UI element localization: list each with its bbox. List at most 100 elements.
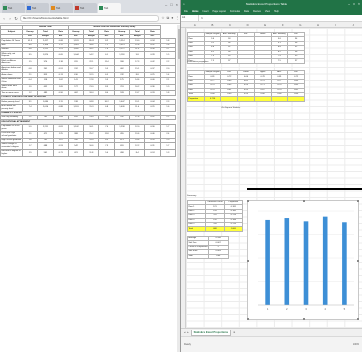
highlighted-cell[interactable]: 0.716 <box>203 96 222 102</box>
table-cell: 1.9 <box>159 83 177 92</box>
chart-bar[interactable] <box>303 221 309 305</box>
resize-handle[interactable] <box>357 200 359 202</box>
table-cell: 22.1 <box>83 58 100 67</box>
ribbon-tab[interactable]: View <box>265 10 270 13</box>
highlighted-cell[interactable] <box>237 96 255 102</box>
highlighted-cell[interactable] <box>253 96 272 102</box>
table-cell: 11.4 <box>129 103 146 112</box>
ribbon-tab[interactable]: Insert <box>203 10 209 13</box>
table-row: Bachelor's degree or higher 1.5 561 0.71 421… <box>0 148 177 157</box>
sheet-table-2: Sample Region Est. Lower Upper Ann. Est. Row 0.… <box>187 69 305 102</box>
table-cell: 0.29 <box>144 103 161 112</box>
resize-handle[interactable] <box>357 260 359 262</box>
chart-bar[interactable] <box>284 218 290 305</box>
browser-window-controls: – □ × <box>165 2 178 7</box>
table-cell: 811 <box>67 58 85 67</box>
reload-icon[interactable]: ↻ <box>14 16 18 21</box>
browser-tab[interactable]: Tab <box>50 3 73 13</box>
sheet-tab[interactable]: Statistics Excel Proportions <box>190 329 232 336</box>
table-cell: 17.3 <box>129 58 146 67</box>
formula-input[interactable] <box>205 15 362 21</box>
table-cell: 2,016 <box>37 103 54 112</box>
browser-tab[interactable]: Tab <box>2 3 25 13</box>
profile-icon[interactable]: ● <box>171 16 173 20</box>
chart-bar[interactable] <box>265 219 270 305</box>
highlighted-cell[interactable] <box>270 96 289 102</box>
ribbon-tab[interactable]: Formulas <box>230 10 240 13</box>
table-cell[interactable] <box>253 58 272 64</box>
maximize-icon[interactable]: □ <box>170 2 172 7</box>
browser-tab[interactable]: Tab <box>98 3 121 13</box>
table-cell: 7.3 <box>98 142 115 150</box>
resize-handle[interactable] <box>247 200 249 202</box>
table-cell[interactable] <box>237 58 255 64</box>
ribbon-tab[interactable]: Review <box>253 10 261 13</box>
table-cell: 0.46 <box>144 130 161 139</box>
chart-bar[interactable] <box>342 222 347 305</box>
table-cell: 1.3 <box>159 148 177 157</box>
close-icon[interactable]: × <box>358 2 360 6</box>
add-sheet-icon[interactable]: ⊕ <box>233 331 235 334</box>
table-cell: 0.42 <box>144 58 161 67</box>
table-row: Some other race alone 1.9 652 1.09 577 21.0 8.… <box>0 83 177 92</box>
ribbon-tab[interactable]: Page Layout <box>213 10 226 13</box>
table-cell: 0.91 <box>52 65 69 74</box>
highlighted-cell[interactable] <box>287 96 305 102</box>
ribbon-tab[interactable]: Help <box>274 10 279 13</box>
star-icon[interactable]: ☆ <box>161 16 164 20</box>
menu-icon[interactable]: ⋮ <box>175 16 179 20</box>
bar-chart[interactable]: 1 2 3 4 5 <box>247 200 359 320</box>
resize-handle[interactable] <box>247 318 249 320</box>
spreadsheet-window: ⌂ Statistics Excel Proportions Table – □… <box>181 0 362 352</box>
table-cell[interactable]: Sum <box>187 253 209 260</box>
minimize-icon[interactable]: – <box>165 2 167 7</box>
table-cell: 0.4 <box>21 76 39 85</box>
browser-tab[interactable]: Tab <box>26 3 49 13</box>
forward-icon[interactable]: › <box>8 16 12 21</box>
highlighted-cell[interactable]: 668 <box>205 226 225 232</box>
back-icon[interactable]: ‹ <box>2 16 6 21</box>
extensions-icon[interactable]: ⧉ <box>167 16 170 20</box>
chart-bar[interactable] <box>322 216 328 305</box>
table-cell: 561 <box>37 148 54 157</box>
table-cell: 1.7 <box>159 123 177 132</box>
maximize-icon[interactable]: □ <box>353 2 355 6</box>
table-cell[interactable]: 7.5 <box>270 58 289 64</box>
highlighted-cell[interactable]: 1.000 <box>223 226 244 232</box>
browser-toolbar-icons: ☆ ⧉ ● ⋮ <box>161 16 179 20</box>
table-cell: 2.2 <box>159 114 177 121</box>
name-box[interactable]: A1 <box>181 15 199 21</box>
browser-tab[interactable]: Tab <box>74 3 97 13</box>
table-cell[interactable]: 37 <box>287 58 305 64</box>
ribbon-tab[interactable]: Home <box>192 10 199 13</box>
ribbon-tab[interactable]: Data <box>244 10 249 13</box>
table-cell: 1.7 <box>159 142 177 150</box>
minimize-icon[interactable]: – <box>348 2 350 6</box>
highlighted-cell[interactable] <box>220 96 239 102</box>
resize-handle[interactable] <box>303 318 305 320</box>
resize-handle[interactable] <box>247 260 249 262</box>
zoom-level[interactable]: 100% <box>353 343 359 346</box>
table-cell: 12.0 <box>129 123 146 132</box>
table-cell: 1.25 <box>52 130 69 139</box>
close-icon[interactable]: × <box>176 2 178 7</box>
pane-divider <box>247 188 362 190</box>
browser-tab-label: Tab <box>8 6 13 10</box>
resize-handle[interactable] <box>303 200 305 202</box>
table-cell: 141 <box>67 76 85 85</box>
resize-handle[interactable] <box>357 318 359 320</box>
table-cell: 402 <box>113 65 131 74</box>
ribbon-tab[interactable]: File <box>184 10 188 13</box>
url-field[interactable]: file:///C:/Users/Documents/table.html <box>20 14 160 22</box>
table-cell[interactable]: 0.84 <box>207 253 229 260</box>
scrollbar-thumb[interactable] <box>177 29 180 59</box>
next-sheet-icon[interactable]: ▸ <box>187 331 188 334</box>
prev-sheet-icon[interactable]: ◂ <box>184 331 185 334</box>
summary-label: Summary <box>187 195 197 197</box>
highlighted-cell[interactable]: Proportion <box>187 96 205 102</box>
table-cell[interactable]: 37 <box>220 58 239 64</box>
vertical-scrollbar[interactable] <box>177 25 180 352</box>
highlighted-cell[interactable]: Total <box>186 226 207 232</box>
table-cell: 1,874 <box>37 51 54 60</box>
note-2: Chi-Square Statistic <box>221 107 241 109</box>
